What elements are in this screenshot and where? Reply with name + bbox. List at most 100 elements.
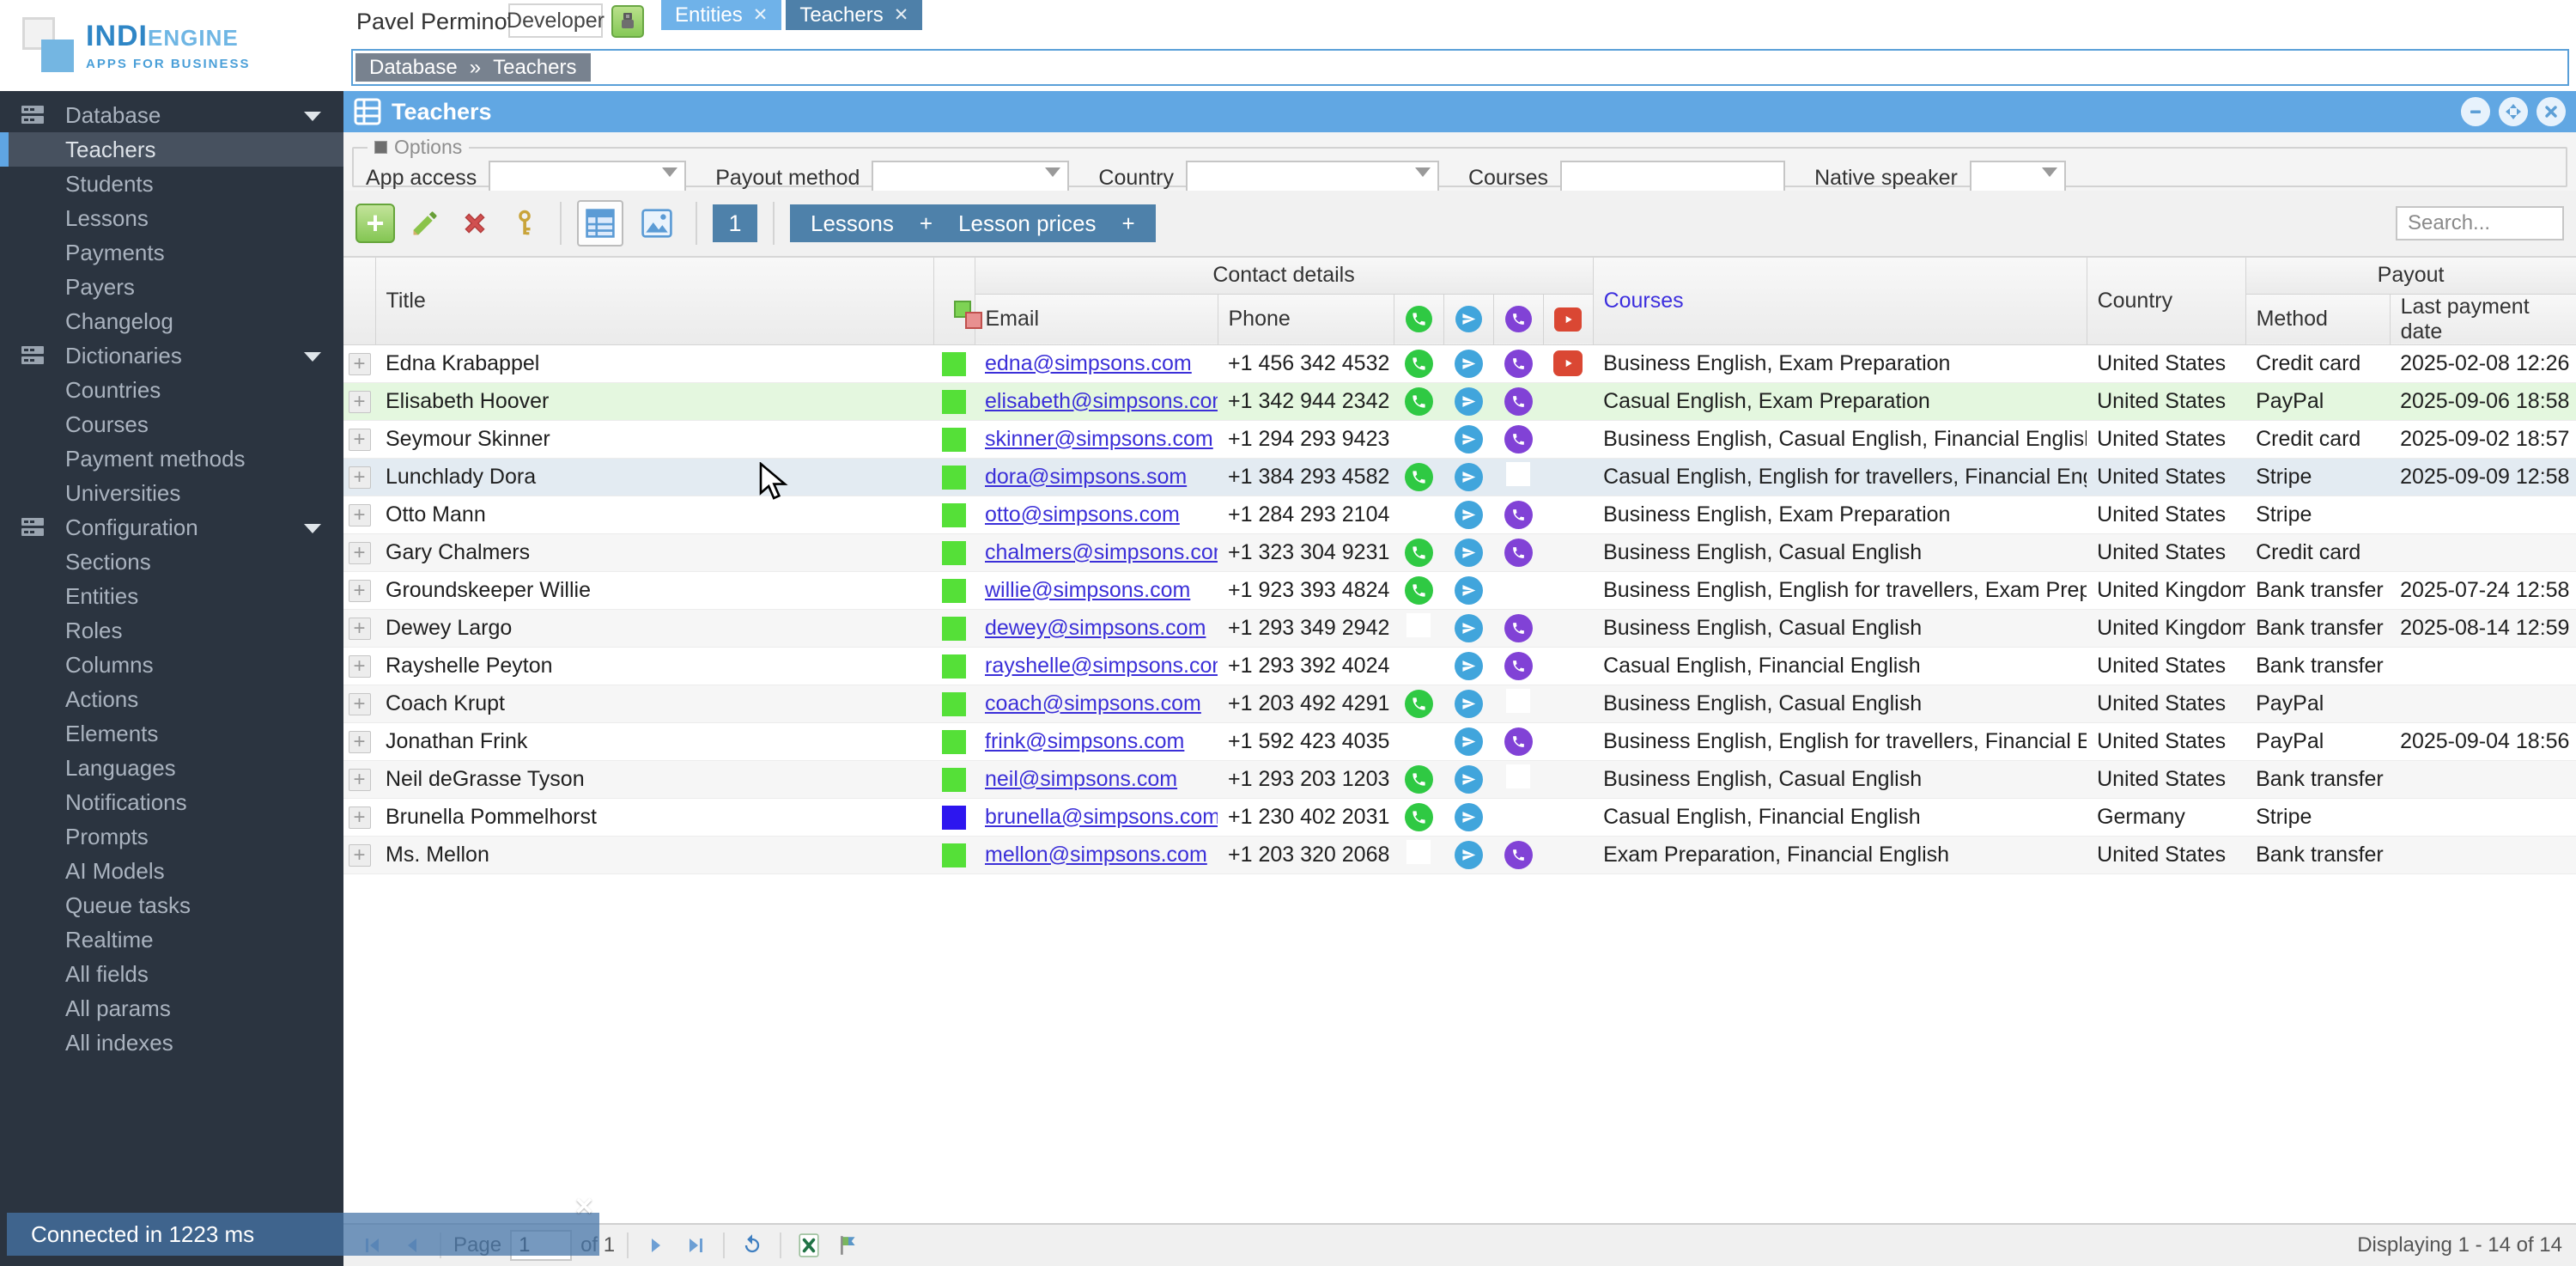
sidebar-item[interactable]: Lessons [0,201,343,235]
sidebar-item[interactable]: Configuration [0,510,343,545]
email-link[interactable]: willie@simpsons.com [985,578,1190,602]
column-group-contact[interactable]: Contact details [975,258,1594,295]
breadcrumb-current[interactable]: Teachers [493,56,576,80]
last-page-button[interactable] [680,1230,711,1261]
image-view-button[interactable] [634,200,680,247]
expand-cell[interactable]: + [343,647,375,685]
cell-youtube[interactable] [1543,571,1594,610]
email-link[interactable]: brunella@simpsons.com [985,805,1218,829]
expand-cell[interactable]: + [343,571,375,610]
column-header-last-payment[interactable]: Last payment date [2390,294,2576,345]
email-link[interactable]: chalmers@simpsons.com [985,540,1218,564]
cell-telegram[interactable] [1443,609,1493,648]
table-row[interactable]: + Rayshelle Peyton rayshelle@simpsons.co… [343,647,2576,685]
cell-telegram[interactable] [1443,798,1493,837]
cell-telegram[interactable] [1443,344,1493,383]
email-link[interactable]: frink@simpsons.com [985,729,1184,753]
table-row[interactable]: + Otto Mann otto@simpsons.com +1 284 293… [343,496,2576,534]
tab[interactable]: Entities ✕ [661,0,782,30]
sidebar-item[interactable]: Roles [0,613,343,648]
cell-viber[interactable] [1493,685,1543,723]
sidebar-item[interactable]: Prompts [0,819,343,854]
expand-cell[interactable]: + [343,533,375,572]
subtab[interactable]: Lesson prices [958,210,1096,237]
cell-telegram[interactable] [1443,458,1493,496]
cell-viber[interactable] [1493,571,1543,610]
cell-telegram[interactable] [1443,420,1493,459]
cell-youtube[interactable] [1543,609,1594,648]
sidebar-item[interactable]: AI Models [0,854,343,888]
cell-whatsapp[interactable] [1394,382,1443,421]
email-link[interactable]: elisabeth@simpsons.com [985,389,1218,413]
table-row[interactable]: + Jonathan Frink frink@simpsons.com +1 5… [343,722,2576,761]
cell-whatsapp[interactable] [1394,496,1443,534]
sidebar-item[interactable]: All indexes [0,1026,343,1060]
table-row[interactable]: + Dewey Largo dewey@simpsons.com +1 293 … [343,609,2576,648]
collapse-tool-icon[interactable] [374,141,387,154]
column-header-status[interactable] [933,258,982,345]
cell-youtube[interactable] [1543,533,1594,572]
cell-youtube[interactable] [1543,760,1594,799]
close-button[interactable] [2537,97,2566,126]
cell-viber[interactable] [1493,836,1543,874]
cell-telegram[interactable] [1443,836,1493,874]
cell-telegram[interactable] [1443,382,1493,421]
breadcrumb[interactable]: Database » Teachers [355,53,591,82]
filter-control[interactable] [872,161,1070,195]
add-button[interactable]: + [355,204,395,243]
filter-control[interactable] [1969,161,2066,195]
table-row[interactable]: + Coach Krupt coach@simpsons.com +1 203 … [343,685,2576,723]
cell-viber[interactable] [1493,798,1543,837]
sidebar-item[interactable]: Database [0,98,343,132]
cell-viber[interactable] [1493,647,1543,685]
sidebar-item[interactable]: Sections [0,545,343,579]
column-header-method[interactable]: Method [2245,294,2391,345]
expand-cell[interactable]: + [343,382,375,421]
column-group-payout[interactable]: Payout [2245,258,2576,295]
refresh-button[interactable] [737,1230,768,1261]
table-row[interactable]: + Ms. Mellon mellon@simpsons.com +1 203 … [343,836,2576,874]
expand-cell[interactable]: + [343,609,375,648]
email-link[interactable]: edna@simpsons.com [985,351,1192,375]
cell-viber[interactable] [1493,609,1543,648]
sidebar-item[interactable]: Changelog [0,304,343,338]
sidebar-item[interactable]: Elements [0,716,343,751]
page-view-button[interactable]: 1 [713,204,757,242]
cell-whatsapp[interactable] [1394,760,1443,799]
sidebar-item[interactable]: Queue tasks [0,888,343,922]
cell-youtube[interactable] [1543,344,1594,383]
expand-cell[interactable]: + [343,458,375,496]
cell-youtube[interactable] [1543,382,1594,421]
expand-cell[interactable]: + [343,496,375,534]
cell-viber[interactable] [1493,458,1543,496]
table-row[interactable]: + Groundskeeper Willie willie@simpsons.c… [343,571,2576,610]
tab-close-icon[interactable]: ✕ [894,4,909,26]
sidebar-item[interactable]: Students [0,167,343,201]
cell-whatsapp[interactable] [1394,836,1443,874]
column-header-country[interactable]: Country [2087,258,2246,345]
column-header-whatsapp[interactable] [1394,294,1444,345]
expand-cell[interactable]: + [343,798,375,837]
sidebar-item[interactable]: All fields [0,957,343,991]
sidebar-item[interactable]: Teachers [0,132,343,167]
cell-youtube[interactable] [1543,496,1594,534]
table-row[interactable]: + Edna Krabappel edna@simpsons.com +1 45… [343,344,2576,383]
table-row[interactable]: + Lunchlady Dora dora@simpsons.som +1 38… [343,458,2576,496]
next-page-button[interactable] [641,1230,671,1261]
cell-youtube[interactable] [1543,836,1594,874]
connect-button[interactable] [611,5,644,38]
subtab[interactable]: Lessons [811,210,894,237]
cell-telegram[interactable] [1443,722,1493,761]
sidebar-item[interactable]: All params [0,991,343,1026]
cell-telegram[interactable] [1443,685,1493,723]
sidebar-item[interactable]: Actions [0,682,343,716]
tab[interactable]: Teachers ✕ [786,0,923,30]
sidebar-item[interactable]: Notifications [0,785,343,819]
cell-youtube[interactable] [1543,798,1594,837]
column-header-telegram[interactable] [1443,294,1494,345]
cell-viber[interactable] [1493,496,1543,534]
cell-telegram[interactable] [1443,760,1493,799]
column-header-viber[interactable] [1493,294,1544,345]
delete-button[interactable] [455,204,495,243]
cell-whatsapp[interactable] [1394,798,1443,837]
